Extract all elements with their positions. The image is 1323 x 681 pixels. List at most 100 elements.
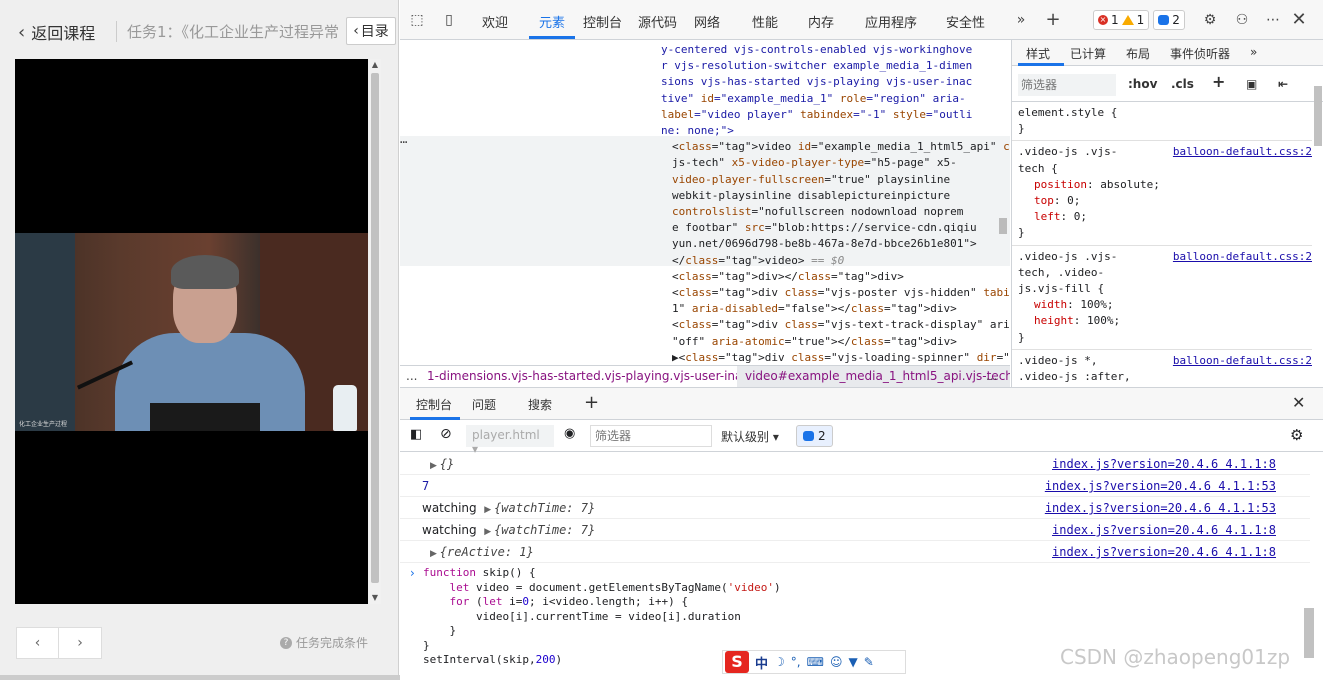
- gear-icon[interactable]: ⚙: [1201, 11, 1219, 29]
- console-source-link[interactable]: index.js?version=20.4.6 4.1.1:53: [1045, 501, 1276, 515]
- console-filter-input[interactable]: [590, 425, 712, 447]
- scroll-down-arrow-icon[interactable]: ▼: [369, 592, 381, 604]
- tab-styles[interactable]: 样式: [1026, 45, 1050, 62]
- tab-event-listeners[interactable]: 事件侦听器: [1170, 45, 1230, 62]
- dom-node-line[interactable]: label="video player" tabindex="-1" style…: [400, 107, 1010, 123]
- style-property[interactable]: top: 0;: [1018, 193, 1312, 209]
- console-message[interactable]: watching ▶ {watchTime: 7} index.js?versio…: [400, 519, 1310, 541]
- drawer-tab-issues[interactable]: 问题: [472, 396, 496, 413]
- tab-console[interactable]: 控制台: [583, 12, 622, 31]
- styles-scrollbar[interactable]: [1312, 76, 1323, 386]
- ime-moon-icon[interactable]: ☽: [774, 655, 785, 669]
- gear-icon[interactable]: ⚙: [1290, 426, 1303, 444]
- styles-filter-input[interactable]: [1018, 74, 1116, 96]
- video-player[interactable]: 化工企业生产过程: [15, 59, 368, 604]
- tab-layout[interactable]: 布局: [1126, 45, 1150, 62]
- ime-wrench-icon[interactable]: ✎: [864, 655, 874, 669]
- scrollbar-thumb[interactable]: [371, 73, 379, 583]
- console-source-link[interactable]: index.js?version=20.4.6 4.1.1:8: [1052, 545, 1276, 559]
- dom-node-line[interactable]: y-centered vjs-controls-enabled vjs-work…: [400, 42, 1010, 58]
- rule-source-link[interactable]: balloon-default.css:2: [1173, 144, 1312, 160]
- hov-toggle[interactable]: :hov: [1128, 77, 1157, 91]
- tab-security[interactable]: 安全性: [946, 12, 985, 31]
- dom-node-line[interactable]: tive" id="example_media_1" role="region"…: [400, 91, 1010, 107]
- console-message[interactable]: 7 index.js?version=20.4.6 4.1.1:53: [400, 475, 1310, 497]
- dom-node-line[interactable]: 1" aria-disabled="false"></class="tag">d…: [400, 301, 1010, 317]
- style-rule[interactable]: .video-js .vjs- tech, .video- js.vjs-fil…: [1012, 246, 1312, 350]
- style-rules[interactable]: element.style {} .video-js .vjs- tech {ba…: [1012, 102, 1312, 387]
- elements-scrollbar[interactable]: [997, 40, 1009, 365]
- tab-performance[interactable]: 性能: [752, 12, 778, 31]
- dom-node-line[interactable]: js-tech" x5-video-player-type="h5-page" …: [400, 155, 1010, 171]
- device-toolbar-icon[interactable]: ▯: [440, 11, 458, 29]
- paint-icon[interactable]: ▣: [1246, 77, 1257, 91]
- task-condition-link[interactable]: ? 任务完成条件: [280, 634, 368, 651]
- ime-chinese-mode-icon[interactable]: 中: [755, 653, 768, 672]
- elements-code[interactable]: y-centered vjs-controls-enabled vjs-work…: [400, 42, 1010, 365]
- message-badge[interactable]: 2: [1153, 10, 1185, 30]
- ime-toolbar[interactable]: S 中 ☽ °, ⌨ ☺ ▼ ✎: [722, 650, 906, 674]
- course-scrollbar[interactable]: ▲ ▼: [369, 59, 381, 604]
- tab-sources[interactable]: 源代码: [638, 12, 677, 31]
- breadcrumb-prefix[interactable]: ...: [406, 369, 417, 383]
- eye-icon[interactable]: ◉: [564, 426, 575, 441]
- elements-tree[interactable]: ⋯ y-centered vjs-controls-enabled vjs-wo…: [400, 40, 1010, 365]
- style-property[interactable]: left: 0;: [1018, 209, 1312, 225]
- ime-punct-icon[interactable]: °,: [791, 655, 801, 669]
- ime-skin-icon[interactable]: ▼: [848, 655, 857, 669]
- breadcrumb-item[interactable]: 1-dimensions.vjs-has-started.vjs-playing…: [427, 369, 771, 383]
- dom-node-line[interactable]: yun.net/0696d798-be8b-467a-8e7d-bbce26b1…: [400, 236, 1010, 252]
- ime-keyboard-icon[interactable]: ⌨: [807, 655, 824, 669]
- scrollbar-thumb[interactable]: [1314, 86, 1322, 146]
- console-scrollbar-thumb[interactable]: [1304, 608, 1314, 658]
- style-rule[interactable]: element.style {}: [1012, 102, 1312, 142]
- dom-node-line[interactable]: ▶<class="tag">div class="vjs-loading-spi…: [400, 350, 1010, 365]
- log-level-select[interactable]: 默认级别 ▾: [721, 428, 779, 445]
- dom-node-line[interactable]: </class="tag">video> == $0: [400, 253, 1010, 269]
- style-rule[interactable]: .video-js *, .video-js :after, .video-js…: [1012, 350, 1312, 387]
- new-rule-icon[interactable]: +: [1212, 72, 1225, 91]
- dom-node-line[interactable]: controlslist="nofullscreen nodownload no…: [400, 204, 1010, 220]
- console-source-link[interactable]: index.js?version=20.4.6 4.1.1:8: [1052, 523, 1276, 537]
- ime-user-icon[interactable]: ☺: [830, 655, 843, 669]
- add-drawer-tab-icon[interactable]: +: [584, 392, 599, 413]
- tab-network[interactable]: 网络: [694, 12, 720, 31]
- more-tabs-icon[interactable]: »: [1012, 11, 1030, 29]
- issue-badges[interactable]: × 1 1 2: [1093, 10, 1185, 30]
- console-source-link[interactable]: index.js?version=20.4.6 4.1.1:53: [1045, 479, 1276, 493]
- style-property[interactable]: position: absolute;: [1018, 177, 1312, 193]
- breadcrumb-suffix[interactable]: ...: [986, 369, 997, 383]
- tab-memory[interactable]: 内存: [808, 12, 834, 31]
- message-count-badge[interactable]: 2: [796, 425, 833, 447]
- rule-source-link[interactable]: balloon-default.css:2: [1173, 353, 1312, 369]
- console-message[interactable]: watching ▶ {watchTime: 7} index.js?versio…: [400, 497, 1310, 519]
- dom-node-line[interactable]: <class="tag">video id="example_media_1_h…: [400, 139, 1010, 155]
- dom-node-line[interactable]: "off" aria-atomic="true"></class="tag">d…: [400, 334, 1010, 350]
- breadcrumb-item-active[interactable]: video#example_media_1_html5_api.vjs-tech: [737, 366, 1010, 387]
- console-source-link[interactable]: index.js?version=20.4.6 4.1.1:8: [1052, 457, 1276, 471]
- dom-node-line[interactable]: r vjs-resolution-switcher example_media_…: [400, 58, 1010, 74]
- close-drawer-icon[interactable]: ✕: [1292, 393, 1305, 412]
- tab-computed[interactable]: 已计算: [1070, 45, 1106, 62]
- clear-console-icon[interactable]: ⊘: [440, 426, 452, 442]
- toggle-sidebar-icon[interactable]: ⇤: [1278, 77, 1288, 91]
- tab-elements[interactable]: 元素: [539, 12, 565, 31]
- drawer-tab-console[interactable]: 控制台: [416, 396, 452, 413]
- drawer-tab-search[interactable]: 搜索: [528, 396, 552, 413]
- context-select[interactable]: player.html ▾: [466, 425, 554, 456]
- scrollbar-thumb[interactable]: [999, 218, 1007, 234]
- style-property[interactable]: width: 100%;: [1018, 297, 1312, 313]
- feedback-icon[interactable]: ⚇: [1233, 11, 1251, 29]
- dom-node-line[interactable]: <class="tag">div class="vjs-poster vjs-h…: [400, 285, 1010, 301]
- tab-welcome[interactable]: 欢迎: [482, 12, 508, 31]
- style-rule[interactable]: .video-js .vjs- tech {balloon-default.cs…: [1012, 141, 1312, 246]
- style-property[interactable]: height: 100%;: [1018, 313, 1312, 329]
- dom-node-line[interactable]: video-player-fullscreen="true" playsinli…: [400, 172, 1010, 188]
- next-task-button[interactable]: ›: [59, 628, 101, 658]
- close-icon[interactable]: ✕: [1290, 11, 1308, 29]
- rule-source-link[interactable]: balloon-default.css:2: [1173, 249, 1312, 265]
- scroll-up-arrow-icon[interactable]: ▲: [369, 59, 381, 71]
- cls-toggle[interactable]: .cls: [1171, 77, 1194, 91]
- more-options-icon[interactable]: ⋯: [1264, 11, 1282, 29]
- more-tabs-icon[interactable]: »: [1250, 45, 1257, 59]
